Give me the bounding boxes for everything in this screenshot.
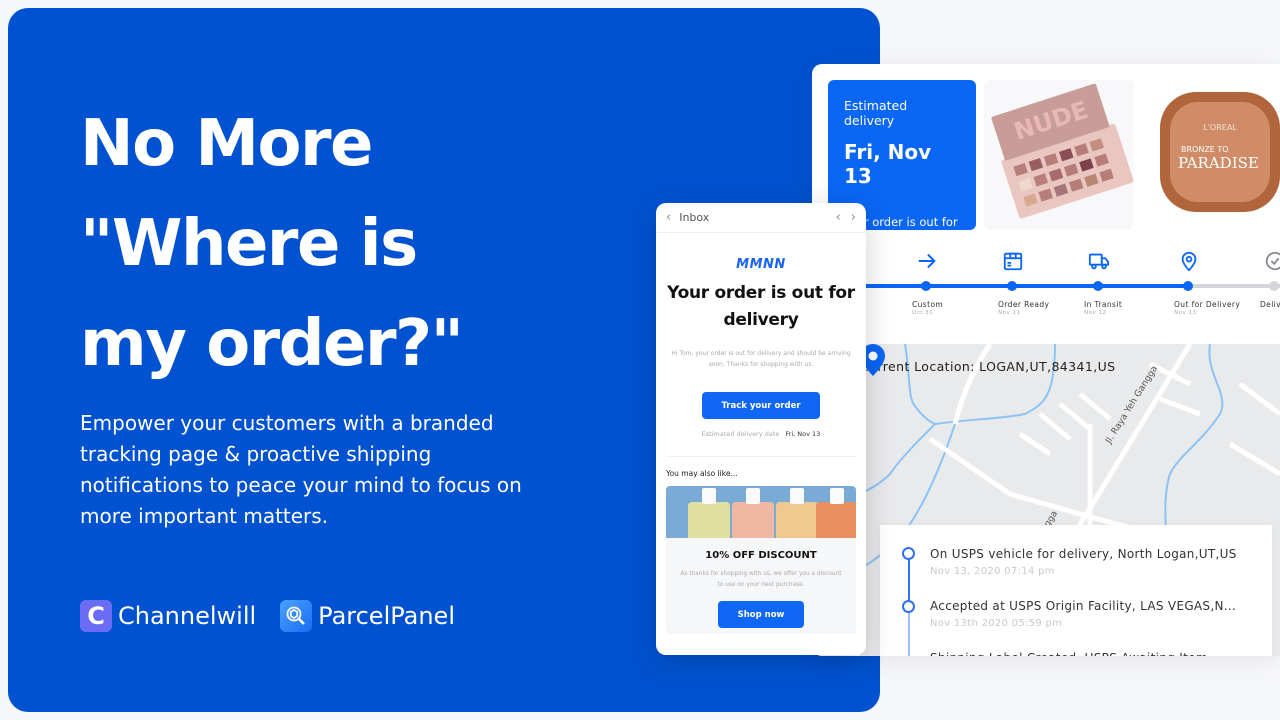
promo-card: 10% OFF DISCOUNT As thanks for shopping …: [666, 486, 856, 634]
eyeshadow-palette-image[interactable]: NUDE: [984, 80, 1134, 230]
brand-logos: C Channelwill ParcelPanel: [80, 600, 455, 632]
current-location-text: Current Location: LOGAN,UT,84341,US: [860, 359, 1116, 374]
bottle-shape: [732, 488, 774, 538]
bottle-shape: [816, 488, 856, 538]
location-pin-icon: [1181, 251, 1197, 272]
estimated-delivery-label: Estimated delivery: [844, 98, 908, 128]
truck-icon: [1088, 253, 1110, 270]
event-time: Nov 13, 2020 07:14 pm: [930, 566, 1055, 577]
shop-now-button[interactable]: Shop now: [718, 601, 804, 628]
bottle-shape: [776, 488, 818, 538]
estimated-delivery-date: Fri, Nov 13: [844, 140, 932, 188]
email-headline: Your order is out for delivery: [667, 283, 855, 330]
step-dot: [1007, 281, 1017, 291]
tracking-event: Shipping Label Created, USPS Awaiting It…: [930, 651, 1250, 656]
email-preview-card: ‹ Inbox ‹ › MMNN Your order is out for d…: [656, 203, 866, 655]
step-label: Order Ready: [998, 300, 1050, 309]
email-estimated-delivery: Estimated delivery date Fri, Nov 13: [656, 430, 866, 438]
arrow-right-icon: [918, 253, 936, 269]
hero-title-line: No More: [80, 107, 373, 181]
event-node: [902, 547, 915, 560]
step-dot: [1269, 281, 1279, 291]
event-title: Shipping Label Created, USPS Awaiting It…: [930, 651, 1250, 656]
event-title: Accepted at USPS Origin Facility, LAS VE…: [930, 599, 1237, 613]
also-like-heading: You may also like...: [666, 469, 738, 478]
step-dot: [921, 281, 931, 291]
hero-title: No More "Where is my order?": [80, 94, 464, 394]
brand-parcelpanel: ParcelPanel: [280, 600, 455, 632]
email-est-value: Fri, Nov 13: [785, 430, 821, 438]
page: No More "Where is my order?" Empower you…: [0, 0, 1280, 720]
promo-text: As thanks for shopping with us, we offer…: [680, 571, 842, 588]
channelwill-logo-icon: C: [80, 600, 112, 632]
email-body-text: Hi Tom, your order is out for delivery a…: [671, 350, 851, 368]
event-node: [902, 600, 915, 613]
step-label: Custom: [912, 300, 944, 309]
hero-title-line: my order?": [80, 307, 464, 381]
step-date: Nov 13: [1174, 310, 1197, 316]
divider: [666, 456, 856, 457]
tracking-events-list: On USPS vehicle for delivery, North Loga…: [880, 525, 1272, 656]
hero-subtitle: Empower your customers with a branded tr…: [80, 411, 522, 528]
svg-text:BRONZE TO: BRONZE TO: [1181, 145, 1229, 154]
progress-line-complete: [812, 284, 1188, 288]
step-label: In Transit: [1084, 300, 1123, 309]
svg-text:L'OREAL: L'OREAL: [1203, 123, 1237, 132]
track-order-button[interactable]: Track your order: [702, 392, 820, 419]
brand-name: ParcelPanel: [318, 602, 455, 630]
event-time: Nov 13th 2020 05:59 pm: [930, 618, 1063, 629]
back-chevron-icon[interactable]: ‹: [666, 210, 671, 225]
step-date: Oct 31: [912, 310, 934, 316]
event-title: On USPS vehicle for delivery, North Loga…: [930, 547, 1237, 561]
email-brand-logo: MMNN: [736, 257, 786, 272]
check-circle-icon: [1265, 251, 1280, 271]
tracking-page-panel: Estimated delivery Fri, Nov 13 Your orde…: [812, 64, 1280, 656]
bronzer-compact-image[interactable]: L'OREAL BRONZE TO PARADISE: [1148, 80, 1280, 230]
package-icon: [1003, 252, 1023, 271]
serum-bottles-image[interactable]: [666, 486, 856, 538]
shipment-progress: Custom Oct 31 Order Ready Nov 11 In Tran…: [812, 244, 1280, 344]
step-label: Out for Delivery: [1174, 300, 1241, 309]
svg-text:PARADISE: PARADISE: [1178, 154, 1259, 172]
brand-name: Channelwill: [118, 602, 257, 630]
email-est-label: Estimated delivery date: [701, 430, 780, 438]
progress-line-pending: [1188, 284, 1280, 288]
step-dot: [1093, 281, 1103, 291]
next-chevron-icon[interactable]: ›: [851, 210, 856, 225]
step-dot: [1183, 281, 1193, 291]
email-header-bar: ‹ Inbox ‹ ›: [656, 203, 866, 233]
step-date: Nov 12: [1084, 310, 1107, 316]
inbox-label[interactable]: Inbox: [679, 211, 825, 224]
brand-channelwill: C Channelwill: [80, 600, 256, 632]
event-connector: [908, 607, 910, 656]
step-label: Delivered: [1260, 300, 1280, 309]
tracking-event: Accepted at USPS Origin Facility, LAS VE…: [930, 599, 1250, 629]
tracking-event: On USPS vehicle for delivery, North Loga…: [930, 547, 1250, 577]
hero-title-line: "Where is: [80, 207, 418, 281]
parcelpanel-logo-icon: [280, 600, 313, 632]
promo-title: 10% OFF DISCOUNT: [705, 550, 817, 561]
previous-chevron-icon[interactable]: ‹: [836, 210, 841, 225]
step-date: Nov 11: [998, 310, 1021, 316]
bottle-shape: [688, 488, 730, 538]
